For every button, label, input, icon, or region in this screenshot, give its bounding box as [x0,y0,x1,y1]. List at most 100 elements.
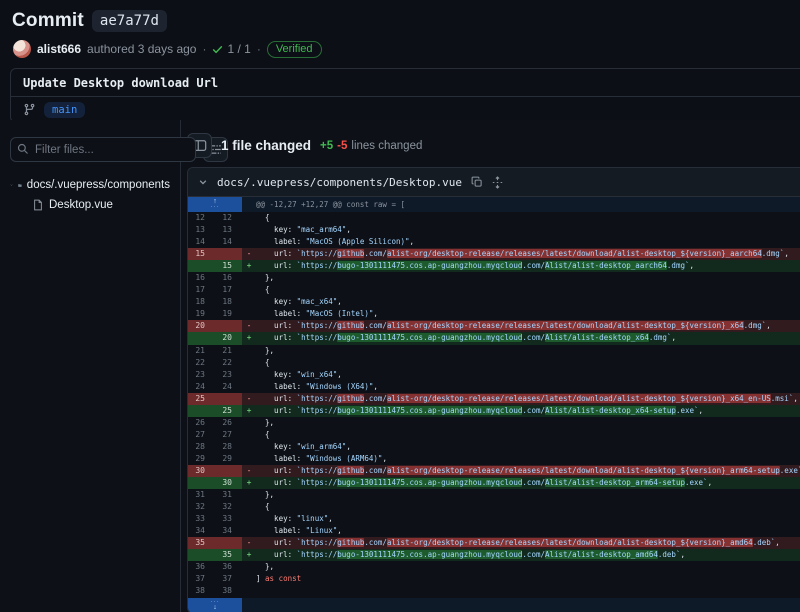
new-line-number[interactable]: 36 [215,561,242,573]
old-line-number[interactable]: 28 [188,441,215,453]
code-line: }, [256,272,800,284]
old-line-number[interactable]: 31 [188,489,215,501]
old-line-number[interactable]: 19 [188,308,215,320]
deletions-count: -5 [337,140,347,152]
old-line-number[interactable]: 29 [188,453,215,465]
new-line-number[interactable]: 22 [215,357,242,369]
old-line-number[interactable] [188,549,215,561]
new-line-number[interactable] [215,537,242,549]
new-line-number[interactable]: 28 [215,441,242,453]
old-line-number[interactable]: 33 [188,513,215,525]
diff-marker [242,489,256,501]
checks-status[interactable]: 1 / 1 [212,42,250,56]
code-line: label: "MacOS (Apple Silicon)", [256,236,800,248]
old-line-number[interactable]: 18 [188,296,215,308]
old-line-number[interactable]: 36 [188,561,215,573]
new-line-number[interactable]: 34 [215,525,242,537]
old-line-number[interactable]: 23 [188,369,215,381]
filter-files-input[interactable] [10,137,196,162]
new-line-number[interactable] [215,393,242,405]
new-line-number[interactable] [215,465,242,477]
old-line-number[interactable]: 25 [188,393,215,405]
new-line-number[interactable]: 12 [215,212,242,224]
expand-all-button[interactable] [492,176,503,189]
author-link[interactable]: alist666 [37,42,81,56]
old-line-number[interactable]: 17 [188,284,215,296]
old-line-number[interactable]: 12 [188,212,215,224]
new-line-number[interactable]: 14 [215,236,242,248]
new-line-number[interactable]: 29 [215,453,242,465]
diff-marker: + [242,260,256,272]
new-line-number[interactable]: 23 [215,369,242,381]
code-line: { [256,501,800,513]
old-line-number[interactable]: 30 [188,465,215,477]
new-line-number[interactable]: 20 [215,332,242,344]
diff-row-30: 30+ url: `https://bugo-1301111475.cos.ap… [188,477,800,489]
tree-folder-row[interactable]: docs/.vuepress/components [10,175,170,195]
old-line-number[interactable]: 32 [188,501,215,513]
branch-chip[interactable]: main [44,102,85,118]
diff-row-34: 3434 label: "Linux", [188,525,800,537]
hunk-header-text: @@ -12,27 +12,27 @@ const raw = [ [242,197,800,212]
new-line-number[interactable]: 25 [215,405,242,417]
new-line-number[interactable]: 21 [215,345,242,357]
new-line-number[interactable]: 13 [215,224,242,236]
code-line: url: `https://bugo-1301111475.cos.ap-gua… [256,405,800,417]
new-line-number[interactable]: 37 [215,573,242,585]
old-line-number[interactable]: 27 [188,429,215,441]
chevron-down-icon [198,177,208,187]
file-path[interactable]: docs/.vuepress/components/Desktop.vue [217,176,462,189]
new-line-number[interactable]: 30 [215,477,242,489]
old-line-number[interactable] [188,332,215,344]
diff-marker [242,272,256,284]
old-line-number[interactable]: 35 [188,537,215,549]
new-line-number[interactable]: 18 [215,296,242,308]
diff-row-35: 35+ url: `https://bugo-1301111475.cos.ap… [188,549,800,561]
new-line-number[interactable]: 24 [215,381,242,393]
diff-row-19: 1919 label: "MacOS (Intel)", [188,308,800,320]
copy-path-button[interactable] [471,176,483,188]
old-line-number[interactable]: 38 [188,585,215,597]
new-line-number[interactable]: 32 [215,501,242,513]
tree-file-row[interactable]: Desktop.vue [10,195,170,215]
new-line-number[interactable]: 33 [215,513,242,525]
old-line-number[interactable]: 24 [188,381,215,393]
new-line-number[interactable]: 15 [215,260,242,272]
new-line-number[interactable] [215,320,242,332]
avatar[interactable] [13,40,31,58]
new-line-number[interactable]: 31 [215,489,242,501]
new-line-number[interactable] [215,248,242,260]
old-line-number[interactable]: 16 [188,272,215,284]
old-line-number[interactable]: 37 [188,573,215,585]
new-line-number[interactable]: 16 [215,272,242,284]
old-line-number[interactable]: 20 [188,320,215,332]
old-line-number[interactable]: 14 [188,236,215,248]
diff-row-32: 3232 { [188,501,800,513]
diff-marker [242,417,256,429]
new-line-number[interactable]: 35 [215,549,242,561]
old-line-number[interactable]: 13 [188,224,215,236]
new-line-number[interactable]: 19 [215,308,242,320]
collapse-file-button[interactable] [198,177,208,187]
files-changed-label: 1 file changed [221,138,311,153]
verified-badge[interactable]: Verified [267,41,322,58]
new-line-number[interactable]: 38 [215,585,242,597]
old-line-number[interactable] [188,405,215,417]
old-line-number[interactable] [188,260,215,272]
new-line-number[interactable]: 17 [215,284,242,296]
old-line-number[interactable] [188,477,215,489]
old-line-number[interactable]: 26 [188,417,215,429]
old-line-number[interactable]: 21 [188,345,215,357]
diff-marker: - [242,393,256,405]
old-line-number[interactable]: 22 [188,357,215,369]
expand-up-button[interactable]: ↑··· [188,197,242,212]
diff-marker [242,369,256,381]
expand-down-button[interactable]: ···↓ [188,598,242,612]
hunk-row: ↑···@@ -12,27 +12,27 @@ const raw = [ [188,197,800,212]
diff-row-25: 25+ url: `https://bugo-1301111475.cos.ap… [188,405,800,417]
new-line-number[interactable]: 26 [215,417,242,429]
old-line-number[interactable]: 15 [188,248,215,260]
diff-marker [242,357,256,369]
old-line-number[interactable]: 34 [188,525,215,537]
new-line-number[interactable]: 27 [215,429,242,441]
